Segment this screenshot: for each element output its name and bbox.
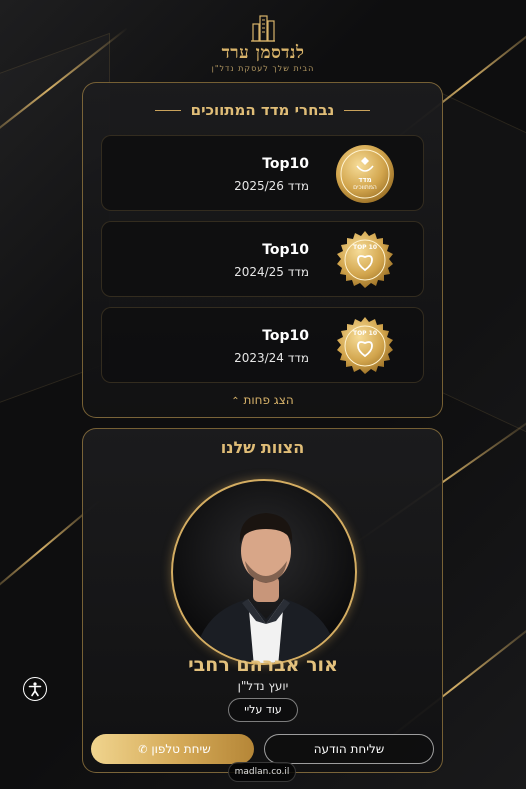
brand-name: לנדסמן ערד [221, 43, 305, 63]
awards-card: נבחרי מדד המתווכים מדד המתווכים Top10 מד… [82, 82, 443, 418]
brand-tagline: הבית שלך לעסקת נדל"ן [211, 64, 315, 73]
award-item: TOP 10 Top10 מדד 2024/25 [101, 221, 424, 297]
show-less-button[interactable]: הצג פחות ⌃ [83, 393, 442, 407]
awards-title: נבחרי מדד המתווכים [190, 101, 335, 119]
team-title: הצוות שלנו [220, 438, 305, 457]
header: לנדסמן ערד הבית שלך לעסקת נדל"ן [0, 14, 526, 73]
award-badge-icon: TOP 10 [337, 231, 393, 288]
award-item: מדד המתווכים Top10 מדד 2025/26 [101, 135, 424, 211]
badge-text: TOP 10 [353, 330, 377, 337]
phone-icon: ✆ [138, 743, 148, 756]
site-url[interactable]: madlan.co.il [228, 762, 296, 782]
award-title: Top10 [262, 328, 309, 344]
building-logo-icon [251, 15, 275, 42]
phone-call-label: שיחת טלפון [151, 742, 211, 756]
award-subtitle: מדד 2025/26 [234, 179, 309, 193]
divider [154, 109, 181, 111]
more-about-me-button[interactable]: עוד עליי [228, 698, 298, 722]
award-item: TOP 10 Top10 מדד 2023/24 [101, 307, 424, 383]
accessibility-icon [28, 682, 42, 697]
send-message-button[interactable]: שליחת הודעה [264, 734, 434, 764]
show-less-label: הצג פחות [243, 393, 294, 407]
award-title: Top10 [262, 156, 309, 172]
chevron-up-icon: ⌃ [231, 396, 240, 407]
badge-text: המתווכים [353, 184, 377, 191]
badge-text: מדד [358, 176, 371, 184]
badge-text: TOP 10 [353, 244, 377, 251]
agent-photo [171, 479, 357, 665]
accessibility-button[interactable] [23, 677, 47, 701]
phone-call-button[interactable]: שיחת טלפון ✆ [91, 734, 254, 764]
awards-title-row: נבחרי מדד המתווכים [83, 101, 442, 119]
award-subtitle: מדד 2024/25 [234, 265, 309, 279]
agent-name: אור אברהם רחבי [188, 654, 338, 676]
agent-portrait-icon [193, 513, 339, 663]
divider [344, 109, 371, 111]
agent-role: יועץ נדל"ן [237, 679, 289, 693]
award-title: Top10 [262, 242, 309, 258]
award-badge-icon: TOP 10 [337, 317, 393, 374]
award-subtitle: מדד 2023/24 [234, 351, 309, 365]
award-badge-icon: מדד המתווכים [336, 145, 394, 203]
